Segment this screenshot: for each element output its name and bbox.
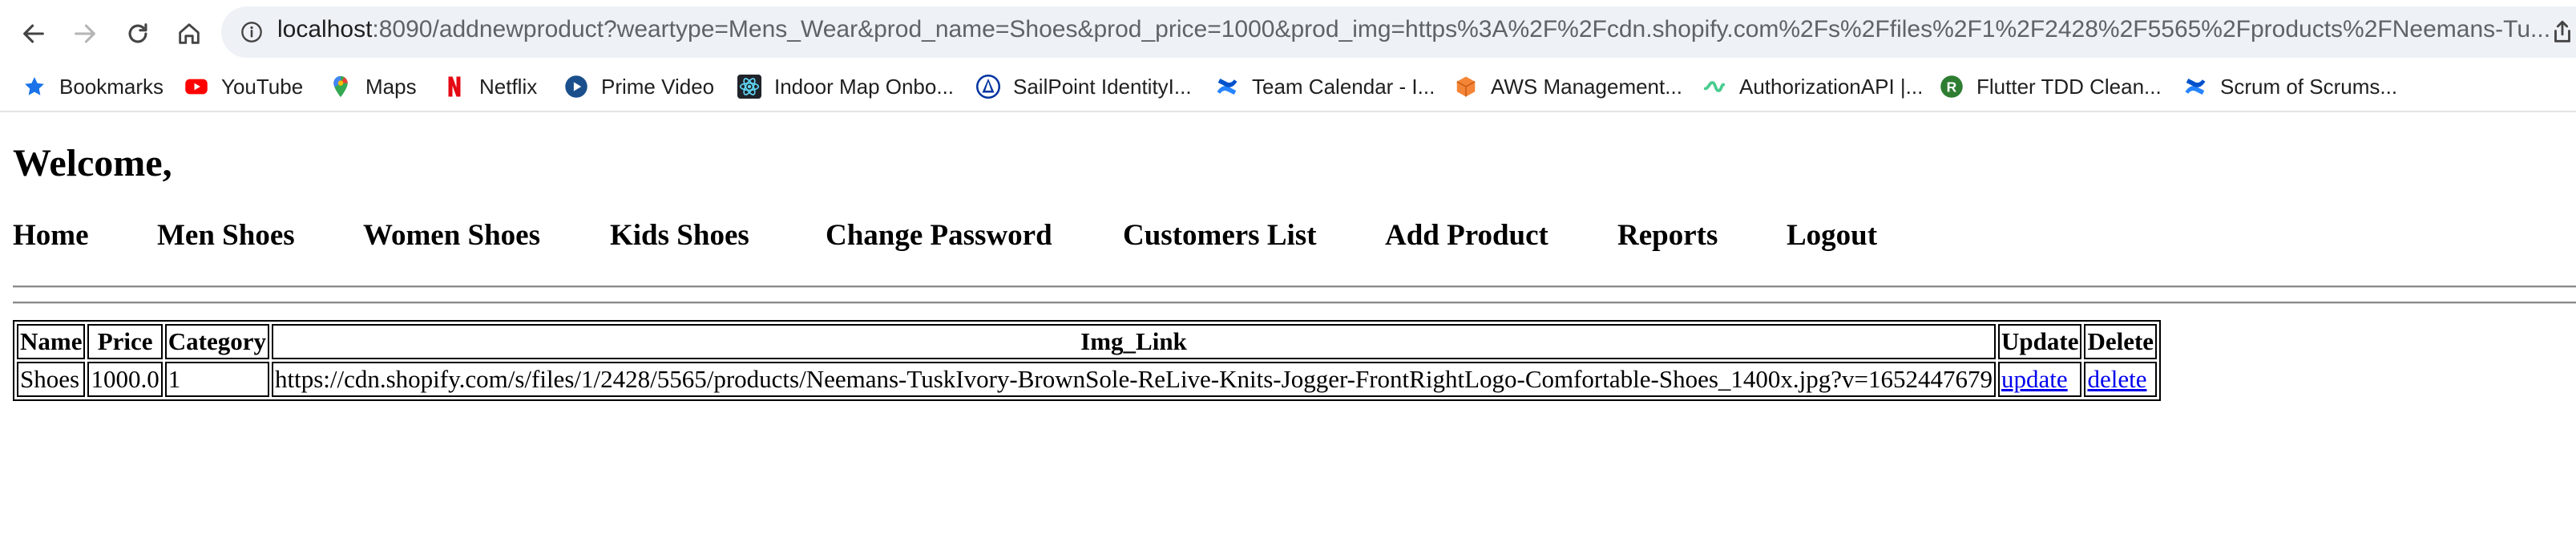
nav-logout[interactable]: Logout: [1787, 218, 1877, 253]
browser-toolbar: localhost:8090/addnewproduct?weartype=Me…: [0, 0, 2576, 64]
address-bar-url[interactable]: localhost:8090/addnewproduct?weartype=Me…: [277, 16, 2550, 43]
nav-women-shoes[interactable]: Women Shoes: [363, 218, 540, 253]
url-host: localhost: [277, 16, 373, 43]
confluence-icon: [1215, 75, 1239, 99]
netflix-icon: [442, 75, 466, 99]
nav-add-product[interactable]: Add Product: [1385, 218, 1548, 253]
nav-home[interactable]: Home: [13, 218, 89, 253]
bookmark-label: Bookmarks: [59, 74, 164, 99]
divider: [13, 286, 2576, 288]
prime-video-icon: [564, 75, 588, 99]
cell-img-link: https://cdn.shopify.com/s/files/1/2428/5…: [271, 362, 1996, 397]
maps-pin-icon: [329, 75, 353, 99]
confluence-icon: [2183, 75, 2207, 99]
react-icon: [737, 75, 761, 99]
bookmark-netflix[interactable]: Netflix: [442, 71, 537, 103]
bookmark-indoor-map[interactable]: Indoor Map Onbo...: [737, 71, 954, 103]
bookmark-bookmarks[interactable]: Bookmarks: [22, 71, 164, 103]
column-header-name: Name: [17, 324, 86, 359]
bookmark-label: Netflix: [479, 74, 538, 99]
back-button[interactable]: [16, 16, 51, 51]
forward-arrow-icon: [75, 24, 95, 43]
bookmark-prime-video[interactable]: Prime Video: [564, 71, 714, 103]
site-info-icon[interactable]: [240, 21, 263, 43]
sailpoint-icon: [976, 75, 1000, 99]
nav-kids-shoes[interactable]: Kids Shoes: [610, 218, 749, 253]
cell-price: 1000.0: [87, 362, 163, 397]
column-header-img-link: Img_Link: [271, 324, 1996, 359]
products-table: Name Price Category Img_Link Update Dele…: [13, 320, 2162, 401]
divider: [13, 302, 2576, 304]
swagger-icon: [1702, 75, 1726, 99]
reload-button[interactable]: [120, 16, 155, 51]
cell-update: update: [1998, 362, 2082, 397]
youtube-icon: [184, 75, 208, 99]
nav-change-password[interactable]: Change Password: [826, 218, 1052, 253]
table-row: Shoes 1000.0 1 https://cdn.shopify.com/s…: [17, 362, 2158, 397]
table-header-row: Name Price Category Img_Link Update Dele…: [17, 324, 2158, 359]
bookmark-label: Prime Video: [601, 74, 715, 99]
bookmark-label: Team Calendar - I...: [1252, 74, 1435, 99]
bookmark-sailpoint[interactable]: SailPoint IdentityI...: [976, 71, 1192, 103]
star-icon: [22, 75, 46, 99]
bookmark-label: YouTube: [221, 74, 304, 99]
aws-cube-icon: [1454, 75, 1478, 99]
bookmark-label: Indoor Map Onbo...: [774, 74, 955, 99]
nav-men-shoes[interactable]: Men Shoes: [157, 218, 295, 253]
welcome-heading: Welcome,: [13, 142, 172, 184]
bookmark-flutter-tdd[interactable]: R Flutter TDD Clean...: [1940, 71, 2162, 103]
bookmark-maps[interactable]: Maps: [329, 71, 417, 103]
bookmark-label: Maps: [365, 74, 417, 99]
column-header-price: Price: [87, 324, 163, 359]
forward-button[interactable]: [67, 16, 103, 51]
url-path: :8090/addnewproduct?weartype=Mens_Wear&p…: [372, 16, 2551, 43]
bookmark-label: AuthorizationAPI |...: [1739, 74, 1924, 99]
bookmark-label: Flutter TDD Clean...: [1976, 74, 2162, 99]
nav-reports[interactable]: Reports: [1617, 218, 1718, 253]
bookmark-aws[interactable]: AWS Management...: [1454, 71, 1682, 103]
flutter-r-icon: R: [1940, 75, 1964, 99]
bookmark-youtube[interactable]: YouTube: [184, 71, 303, 103]
share-icon[interactable]: [2549, 18, 2576, 47]
bookmark-label: Scrum of Scrums...: [2220, 74, 2398, 99]
svg-text:R: R: [1947, 79, 1957, 95]
delete-link[interactable]: delete: [2087, 365, 2146, 393]
home-icon: [179, 23, 200, 44]
bookmark-team-calendar[interactable]: Team Calendar - I...: [1215, 71, 1435, 103]
bookmark-authorizationapi[interactable]: AuthorizationAPI |...: [1702, 71, 1923, 103]
cell-delete: delete: [2084, 362, 2158, 397]
column-header-delete: Delete: [2084, 324, 2158, 359]
nav-customers-list[interactable]: Customers List: [1123, 218, 1317, 253]
column-header-update: Update: [1998, 324, 2082, 359]
cell-name: Shoes: [17, 362, 86, 397]
home-button[interactable]: [172, 16, 207, 51]
bookmark-scrum-of-scrums[interactable]: Scrum of Scrums...: [2183, 71, 2397, 103]
bookmark-label: AWS Management...: [1491, 74, 1682, 99]
column-header-category: Category: [164, 324, 269, 359]
bookmark-label: SailPoint IdentityI...: [1013, 74, 1192, 99]
back-arrow-icon: [23, 24, 44, 43]
bookmarks-bar: Bookmarks YouTube Maps Netflix Prime Vid…: [0, 64, 2576, 112]
update-link[interactable]: update: [2001, 365, 2068, 393]
cell-category: 1: [164, 362, 269, 397]
reload-icon: [128, 23, 147, 43]
